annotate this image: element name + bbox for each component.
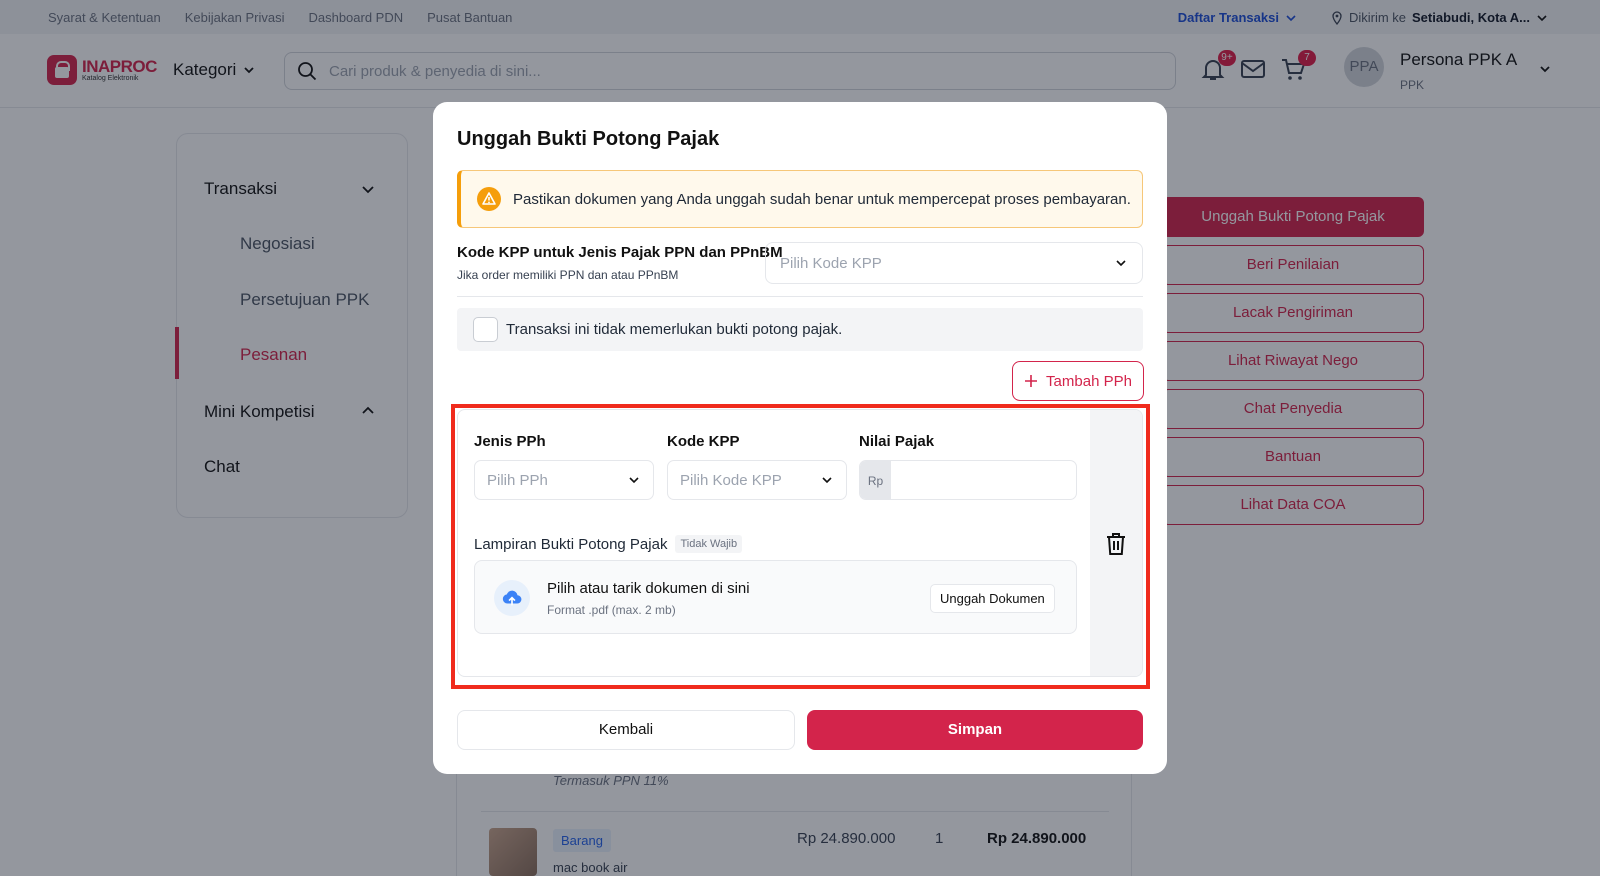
no-tax-proof-label[interactable]: Transaksi ini tidak memerlukan bukti pot… [506,321,842,338]
warning-alert: Pastikan dokumen yang Anda unggah sudah … [457,170,1143,228]
plus-icon [1025,375,1038,387]
chevron-down-icon [1116,260,1126,267]
divider [457,296,1143,297]
kpp-ppn-placeholder: Pilih Kode KPP [780,254,882,272]
alert-text: Pastikan dokumen yang Anda unggah sudah … [513,190,1131,208]
modal-title: Unggah Bukti Potong Pajak [457,128,720,150]
kpp-ppn-sublabel: Jika order memiliki PPN dan atau PPnBM [457,268,679,282]
highlight-annotation [451,404,1150,689]
save-button[interactable]: Simpan [807,710,1143,750]
warning-icon [477,187,501,211]
kpp-ppn-label: Kode KPP untuk Jenis Pajak PPN dan PPnBM [457,244,783,261]
kpp-ppn-select[interactable]: Pilih Kode KPP [765,242,1143,284]
no-tax-proof-checkbox[interactable] [473,317,498,342]
add-pph-label: Tambah PPh [1046,372,1132,390]
no-tax-proof-option: Transaksi ini tidak memerlukan bukti pot… [457,308,1143,351]
back-button[interactable]: Kembali [457,710,795,750]
add-pph-button[interactable]: Tambah PPh [1012,361,1144,401]
